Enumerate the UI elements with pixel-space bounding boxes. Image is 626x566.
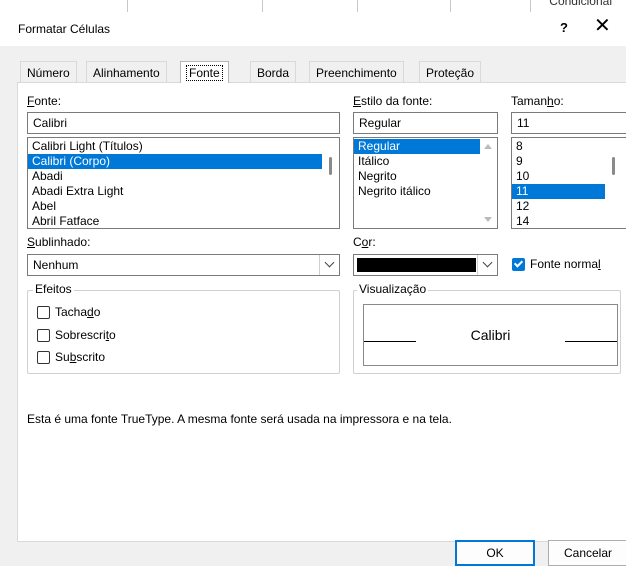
font-list-item[interactable]: Abadi [28, 169, 339, 184]
font-info-text: Esta é uma fonte TrueType. A mesma fonte… [27, 412, 452, 426]
tab-numero[interactable]: Número [20, 61, 77, 83]
scrollbar-thumb[interactable] [612, 157, 615, 175]
effects-legend: Efeitos [33, 282, 74, 296]
font-style-scrollbar[interactable] [480, 138, 497, 228]
tab-label: Proteção [426, 66, 475, 80]
scroll-down-arrow-icon[interactable] [484, 217, 492, 222]
strikethrough-checkbox[interactable] [37, 306, 50, 319]
font-style-list[interactable]: Regular Itálico Negrito Negrito itálico [353, 137, 498, 229]
preview-text: Calibri [470, 327, 511, 343]
font-style-item[interactable]: Negrito itálico [354, 184, 497, 199]
font-style-item[interactable]: Negrito [354, 169, 497, 184]
normal-font-label[interactable]: Fonte normal [530, 257, 601, 271]
tab-label: Preenchimento [316, 66, 397, 80]
subscript-checkbox[interactable] [37, 351, 50, 364]
background-sheet-strip [0, 0, 626, 12]
background-ribbon-text: Condicional [549, 0, 612, 8]
color-swatch [357, 258, 476, 272]
color-picker[interactable] [353, 254, 498, 276]
font-list-item[interactable]: Abril Fatface [28, 214, 339, 228]
tab-label: Alinhamento [93, 66, 160, 80]
cancel-button[interactable]: Cancelar [548, 540, 626, 566]
tab-preenchimento[interactable]: Preenchimento [309, 61, 404, 83]
size-input[interactable]: 11 [511, 112, 626, 134]
font-name-input[interactable]: Calibri [27, 112, 340, 134]
tab-alinhamento[interactable]: Alinhamento [86, 61, 167, 83]
font-list-item[interactable]: Abadi Extra Light [28, 184, 339, 199]
tab-label: Número [27, 66, 70, 80]
help-button[interactable]: ? [560, 20, 568, 35]
chevron-down-icon[interactable] [319, 255, 339, 275]
underline-label: Sublinhado: [27, 235, 91, 249]
tab-borda[interactable]: Borda [250, 61, 297, 83]
tab-label: Borda [257, 66, 290, 80]
column-separator [127, 0, 128, 12]
superscript-checkbox[interactable] [37, 329, 50, 342]
normal-font-checkbox[interactable] [512, 258, 525, 271]
underline-value: Nenhum [33, 258, 79, 272]
font-style-input[interactable]: Regular [353, 112, 498, 134]
scroll-up-arrow-icon[interactable] [484, 144, 492, 149]
column-separator [530, 0, 531, 12]
font-list[interactable]: Calibri Light (Títulos) Calibri (Corpo) … [27, 137, 340, 229]
font-list-item[interactable]: Abel [28, 199, 339, 214]
font-style-item-selected[interactable]: Regular [354, 139, 480, 154]
subscript-label[interactable]: Subscrito [55, 350, 105, 364]
column-separator [262, 0, 263, 12]
size-list-scrollbar[interactable] [605, 138, 622, 228]
size-list[interactable]: 8 9 10 11 12 14 [511, 137, 626, 229]
size-label: Tamanho: [511, 94, 564, 108]
color-label: Cor: [353, 235, 376, 249]
chevron-down-icon[interactable] [477, 255, 497, 275]
ok-button[interactable]: OK [455, 540, 535, 566]
preview-legend: Visualização [357, 282, 429, 296]
close-button[interactable]: ✕ [594, 16, 611, 36]
font-style-label: Estilo da fonte: [353, 94, 433, 108]
scrollbar-thumb[interactable] [329, 157, 332, 175]
column-separator [450, 0, 451, 12]
column-separator [357, 0, 358, 12]
font-style-item[interactable]: Itálico [354, 154, 497, 169]
tab-fonte[interactable]: Fonte [180, 61, 229, 83]
preview-box: Calibri [363, 304, 618, 366]
superscript-label[interactable]: Sobrescrito [55, 328, 116, 342]
tab-label: Fonte [186, 65, 223, 81]
tab-protecao[interactable]: Proteção [419, 61, 482, 83]
font-list-item-selected[interactable]: Calibri (Corpo) [28, 154, 322, 169]
dialog-title: Formatar Células [18, 22, 111, 36]
strikethrough-label[interactable]: Tachado [55, 305, 100, 319]
check-icon [513, 258, 524, 268]
font-list-scrollbar[interactable] [322, 138, 339, 228]
font-list-item[interactable]: Calibri Light (Títulos) [28, 139, 339, 154]
size-list-item-selected[interactable]: 11 [512, 184, 605, 199]
underline-select[interactable]: Nenhum [27, 254, 340, 276]
font-label: Fonte: [27, 94, 62, 108]
